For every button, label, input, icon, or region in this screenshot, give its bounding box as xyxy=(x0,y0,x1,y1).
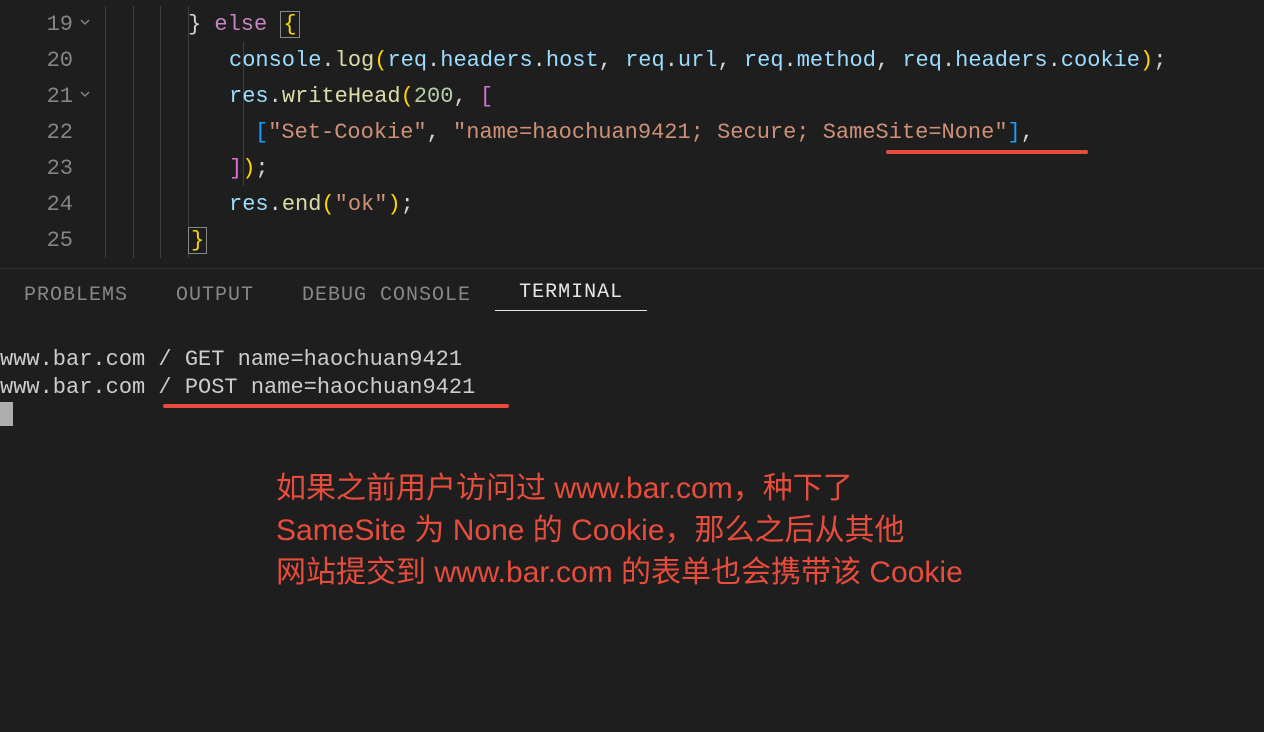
line-row-24[interactable]: 24 xyxy=(0,186,95,222)
line-number: 25 xyxy=(33,228,73,253)
headers-prop: headers xyxy=(440,48,532,73)
console-obj: console xyxy=(229,48,321,73)
line-number: 22 xyxy=(33,120,73,145)
annotation-line1: 如果之前用户访问过 www.bar.com，种下了 xyxy=(276,468,963,510)
annotation-line3: 网站提交到 www.bar.com 的表单也会携带该 Cookie xyxy=(276,552,963,594)
line-gutter: 19 20 21 22 23 24 25 xyxy=(0,0,95,268)
semi: ; xyxy=(1153,48,1166,73)
tab-terminal[interactable]: TERMINAL xyxy=(495,281,647,311)
code-line-21: res.writeHead(200, [ xyxy=(105,78,1264,114)
number: 200 xyxy=(414,84,454,109)
brace: } xyxy=(188,12,201,37)
tab-output[interactable]: OUTPUT xyxy=(152,284,278,307)
code-line-25: } xyxy=(105,222,1264,258)
fold-icon[interactable] xyxy=(77,86,93,107)
line-row-20[interactable]: 20 xyxy=(0,42,95,78)
comma: , xyxy=(453,84,479,109)
terminal-output-line: www.bar.com / POST name=haochuan9421 xyxy=(0,374,1264,402)
headers-prop: headers xyxy=(955,48,1047,73)
tab-debug-console[interactable]: DEBUG CONSOLE xyxy=(278,284,495,307)
res-obj: res xyxy=(229,84,269,109)
annotation-line2: SameSite 为 None 的 Cookie，那么之后从其他 xyxy=(276,510,963,552)
line-number: 24 xyxy=(33,192,73,217)
line-number: 19 xyxy=(33,12,73,37)
brace-close: } xyxy=(188,227,207,254)
line-number: 23 xyxy=(33,156,73,181)
semi: ; xyxy=(255,156,268,181)
req-obj: req xyxy=(625,48,665,73)
res-obj: res xyxy=(229,192,269,217)
bracket: [ xyxy=(255,120,268,145)
paren: ( xyxy=(374,48,387,73)
annotation-text: 如果之前用户访问过 www.bar.com，种下了 SameSite 为 Non… xyxy=(276,468,963,594)
paren: ) xyxy=(1140,48,1153,73)
req-obj: req xyxy=(902,48,942,73)
tab-problems[interactable]: PROBLEMS xyxy=(0,284,152,307)
comma: , xyxy=(599,48,625,73)
string-ok: "ok" xyxy=(335,192,388,217)
line-row-25[interactable]: 25 xyxy=(0,222,95,258)
end-fn: end xyxy=(282,192,322,217)
log-fn: log xyxy=(335,48,375,73)
comma: , xyxy=(718,48,744,73)
annotation-underline-post xyxy=(163,404,509,408)
paren: ) xyxy=(387,192,400,217)
code-line-23: ]); xyxy=(105,150,1264,186)
terminal-cursor xyxy=(0,402,13,426)
terminal-output-line: www.bar.com / GET name=haochuan9421 xyxy=(0,346,1264,374)
code-line-20: console.log(req.headers.host, req.url, r… xyxy=(105,42,1264,78)
method-prop: method xyxy=(797,48,876,73)
bracket: [ xyxy=(480,84,493,109)
line-row-19[interactable]: 19 xyxy=(0,6,95,42)
panel-tabs: PROBLEMS OUTPUT DEBUG CONSOLE TERMINAL xyxy=(0,268,1264,322)
host-prop: host xyxy=(546,48,599,73)
brace-open: { xyxy=(280,11,299,38)
line-row-22[interactable]: 22 xyxy=(0,114,95,150)
req-obj: req xyxy=(387,48,427,73)
req-obj: req xyxy=(744,48,784,73)
code-line-24: res.end("ok"); xyxy=(105,186,1264,222)
comma: , xyxy=(427,120,453,145)
line-row-23[interactable]: 23 xyxy=(0,150,95,186)
dot: . xyxy=(321,48,334,73)
comma: , xyxy=(1021,120,1034,145)
code-line-19: } else { xyxy=(105,6,1264,42)
code-area[interactable]: } else { console.log(req.headers.host, r… xyxy=(95,0,1264,268)
line-number: 21 xyxy=(33,84,73,109)
bracket: ] xyxy=(229,156,242,181)
paren: ) xyxy=(242,156,255,181)
terminal-area[interactable]: www.bar.com / GET name=haochuan9421 www.… xyxy=(0,322,1264,732)
keyword-else: else xyxy=(214,12,267,37)
code-line-22: ["Set-Cookie", "name=haochuan9421; Secur… xyxy=(105,114,1264,150)
url-prop: url xyxy=(678,48,718,73)
paren: ( xyxy=(321,192,334,217)
writehead-fn: writeHead xyxy=(282,84,401,109)
cookie-prop: cookie xyxy=(1061,48,1140,73)
comma: , xyxy=(876,48,902,73)
string-cookie-value: "name=haochuan9421; Secure; SameSite=Non… xyxy=(453,120,1008,145)
fold-icon[interactable] xyxy=(77,14,93,35)
line-row-21[interactable]: 21 xyxy=(0,78,95,114)
string-setcookie: "Set-Cookie" xyxy=(268,120,426,145)
editor-area: 19 20 21 22 23 24 25 } else { con xyxy=(0,0,1264,268)
bracket: ] xyxy=(1008,120,1021,145)
semi: ; xyxy=(401,192,414,217)
paren: ( xyxy=(401,84,414,109)
line-number: 20 xyxy=(33,48,73,73)
